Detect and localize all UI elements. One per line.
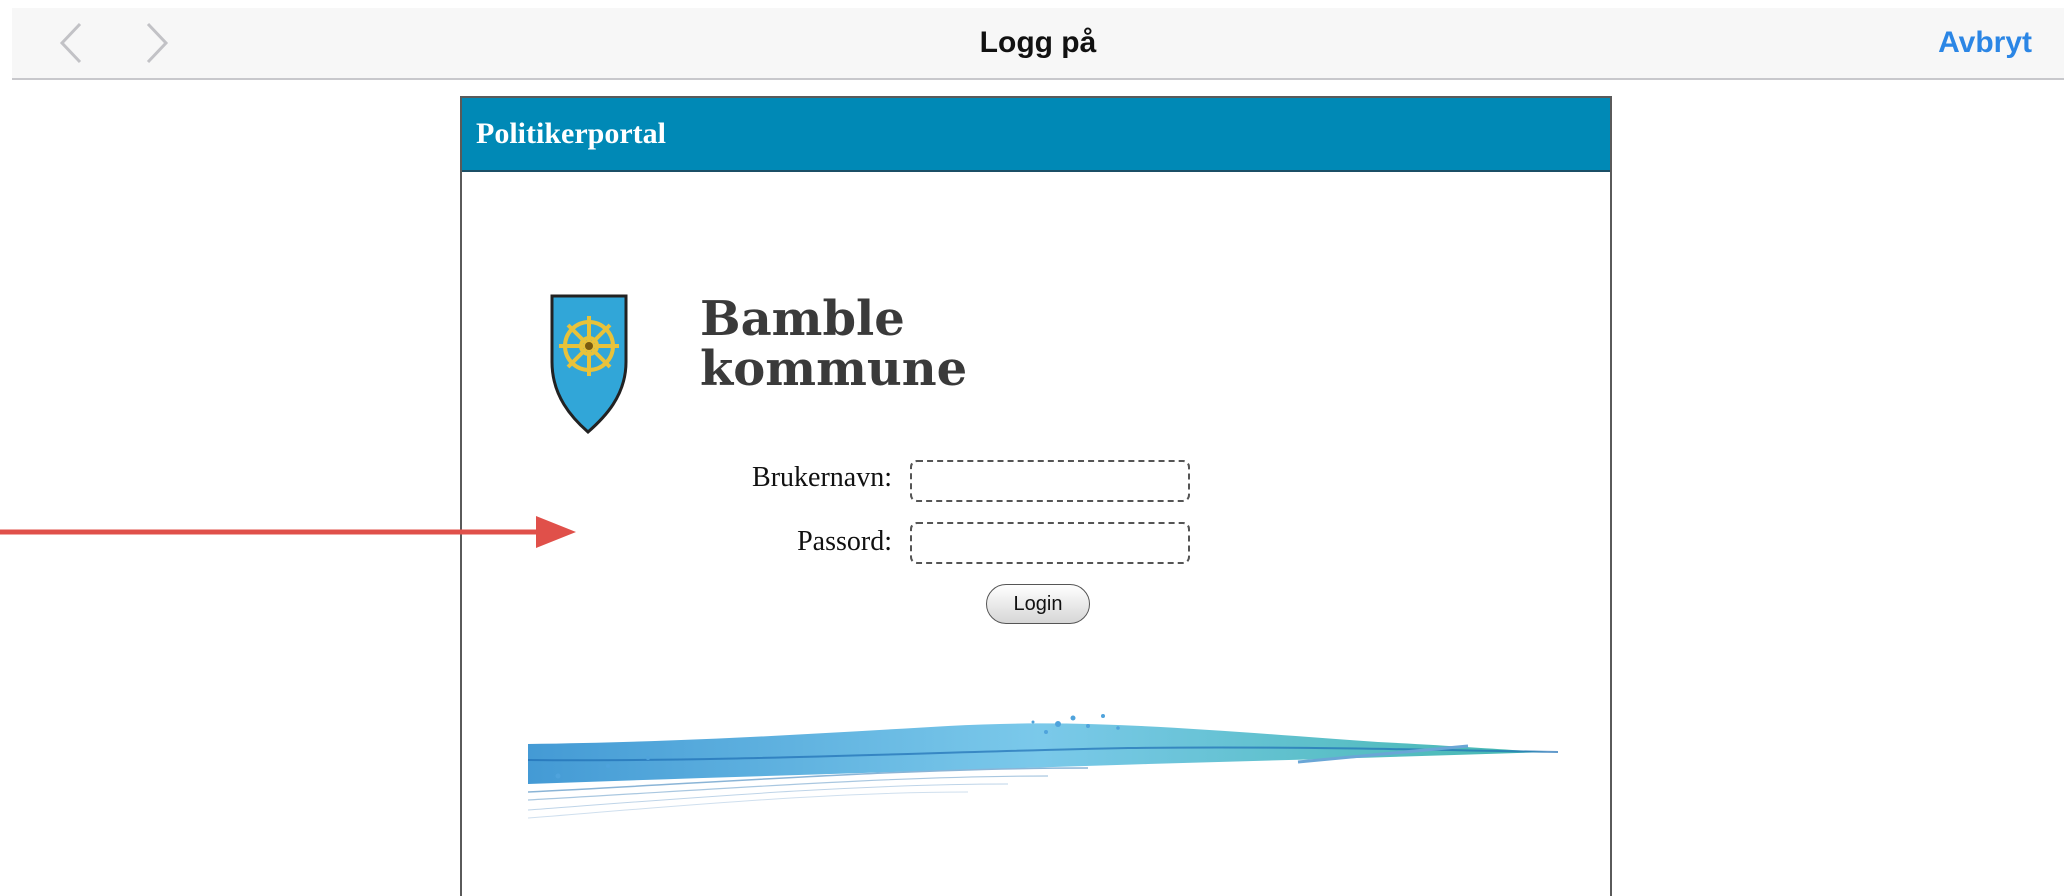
login-button[interactable]: Login xyxy=(986,584,1090,624)
username-label: Brukernavn: xyxy=(752,462,892,493)
portal-window: Politikerportal Bamble kommune Brukernav… xyxy=(460,96,1612,896)
cancel-button[interactable]: Avbryt xyxy=(1938,8,2032,78)
password-label: Passord: xyxy=(797,526,892,557)
password-field[interactable] xyxy=(910,522,1190,564)
top-navigation-bar: Logg på Avbryt xyxy=(12,8,2064,80)
brand-line-1: Bamble xyxy=(700,291,905,347)
brand-logo-text: Bamble kommune xyxy=(700,294,967,394)
brand-line-2: kommune xyxy=(700,341,968,397)
decorative-wave-banner xyxy=(528,714,1558,819)
red-annotation-arrow xyxy=(0,516,576,548)
portal-header: Politikerportal xyxy=(462,98,1610,172)
username-field[interactable] xyxy=(910,460,1190,502)
page-title: Logg på xyxy=(979,26,1097,59)
ship-wheel-crest-icon xyxy=(550,294,628,434)
